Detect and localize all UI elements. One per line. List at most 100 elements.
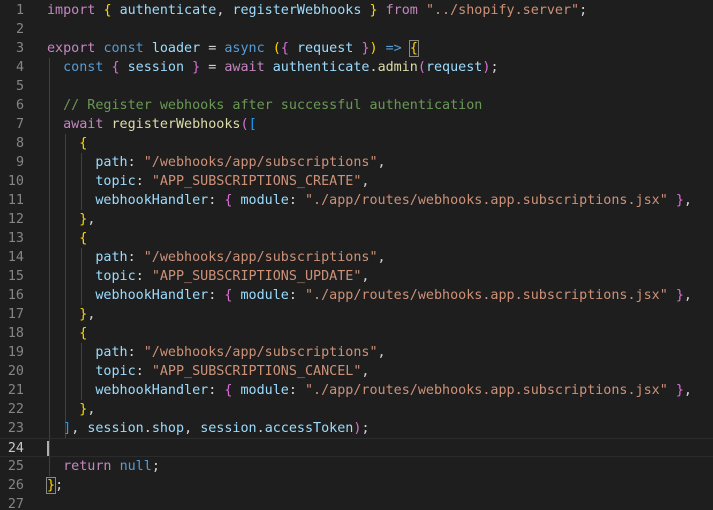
code-line[interactable]: 15 topic: "APP_SUBSCRIPTIONS_UPDATE", (0, 267, 713, 286)
line-number: 27 (7, 497, 24, 510)
code-text: return null; (47, 457, 160, 476)
code-line[interactable]: 20 topic: "APP_SUBSCRIPTIONS_CANCEL", (0, 362, 713, 381)
code-token: export (47, 41, 96, 56)
line-number: 13 (7, 231, 24, 246)
code-token: } (675, 383, 684, 398)
code-token: module (240, 288, 289, 303)
code-token: from (385, 3, 418, 18)
code-token: await (224, 60, 265, 75)
line-number: 22 (7, 402, 24, 417)
code-line[interactable]: 26}; (0, 476, 713, 495)
line-number: 24 (7, 441, 24, 456)
code-token: session (87, 421, 144, 436)
line-number: 15 (7, 269, 24, 284)
code-line[interactable]: 22 }, (0, 400, 713, 419)
code-token: , (71, 421, 88, 436)
code-editor[interactable]: 1 import { authenticate, registerWebhooks… (0, 0, 713, 510)
code-line[interactable]: 16 webhookHandler: { module: "./app/rout… (0, 286, 713, 305)
code-line[interactable]: 2 (0, 20, 713, 39)
code-line[interactable]: 1 import { authenticate, registerWebhooks… (0, 1, 713, 20)
code-token: // Register webhooks after successful au… (63, 98, 483, 113)
code-token: topic (95, 269, 136, 284)
code-line[interactable]: 19 path: "/webhooks/app/subscriptions", (0, 343, 713, 362)
code-token: : (127, 345, 144, 360)
code-line[interactable]: 21 webhookHandler: { module: "./app/rout… (0, 381, 713, 400)
code-line[interactable]: 3 export const loader = async ({ request … (0, 39, 713, 58)
code-token: "APP_SUBSCRIPTIONS_CANCEL" (151, 364, 362, 379)
code-line-current[interactable]: 24 (0, 438, 713, 457)
code-text: topic: "APP_SUBSCRIPTIONS_UPDATE", (47, 267, 369, 286)
code-token: session (200, 421, 257, 436)
code-token: { (408, 40, 419, 57)
code-token: , (87, 212, 96, 227)
code-line[interactable]: 8 { (0, 134, 713, 153)
code-token: admin (377, 60, 418, 75)
code-line[interactable]: 14 path: "/webhooks/app/subscriptions", (0, 248, 713, 267)
code-token: , (216, 3, 233, 18)
code-line[interactable]: 10 topic: "APP_SUBSCRIPTIONS_CREATE", (0, 172, 713, 191)
code-token: "APP_SUBSCRIPTIONS_CREATE" (151, 174, 362, 189)
line-number: 20 (7, 364, 24, 379)
code-text: webhookHandler: { module: "./app/routes/… (47, 381, 692, 400)
line-number: 19 (7, 345, 24, 360)
code-line[interactable]: 18 { (0, 324, 713, 343)
code-token: const (103, 41, 144, 56)
code-token: authenticate (272, 60, 370, 75)
code-line[interactable]: 25 return null; (0, 457, 713, 476)
code-line[interactable]: 17 }, (0, 305, 713, 324)
code-text: topic: "APP_SUBSCRIPTIONS_CREATE", (47, 172, 369, 191)
code-token: . (369, 60, 378, 75)
line-number: 2 (15, 22, 24, 37)
code-token: topic (95, 174, 136, 189)
line-number: 9 (15, 155, 24, 170)
code-token: [ (248, 117, 257, 132)
code-line[interactable]: 5 (0, 77, 713, 96)
code-token: webhookHandler (95, 288, 209, 303)
code-token: "/webhooks/app/subscriptions" (143, 250, 378, 265)
code-token: ; (55, 478, 64, 493)
code-line[interactable]: 12 }, (0, 210, 713, 229)
code-line[interactable]: 11 webhookHandler: { module: "./app/rout… (0, 191, 713, 210)
code-line[interactable]: 13 { (0, 229, 713, 248)
code-token: registerWebhooks (111, 117, 241, 132)
code-token: { (111, 60, 120, 75)
code-token: } (675, 193, 684, 208)
line-number: 3 (15, 41, 24, 56)
code-token: "./app/routes/webhooks.app.subscriptions… (305, 288, 668, 303)
code-token: loader (151, 41, 201, 56)
code-line[interactable]: 7 await registerWebhooks([ (0, 115, 713, 134)
code-token: path (95, 345, 128, 360)
code-token: registerWebhooks (232, 3, 362, 18)
code-token: { (79, 231, 88, 246)
code-line[interactable]: 9 path: "/webhooks/app/subscriptions", (0, 153, 713, 172)
code-line[interactable]: 4 const { session } = await authenticate… (0, 58, 713, 77)
code-line[interactable]: 27 (0, 495, 713, 510)
code-token: = (200, 41, 225, 56)
code-token: , (683, 193, 692, 208)
code-line[interactable]: 23 ], session.shop, session.accessToken)… (0, 419, 713, 438)
code-token: "APP_SUBSCRIPTIONS_UPDATE" (151, 269, 362, 284)
code-text: }, (47, 210, 95, 229)
code-token: : (135, 174, 152, 189)
code-token: ; (490, 60, 499, 75)
code-token: return (63, 459, 112, 474)
code-text: }, (47, 305, 95, 324)
code-line[interactable]: 6 // Register webhooks after successful … (0, 96, 713, 115)
